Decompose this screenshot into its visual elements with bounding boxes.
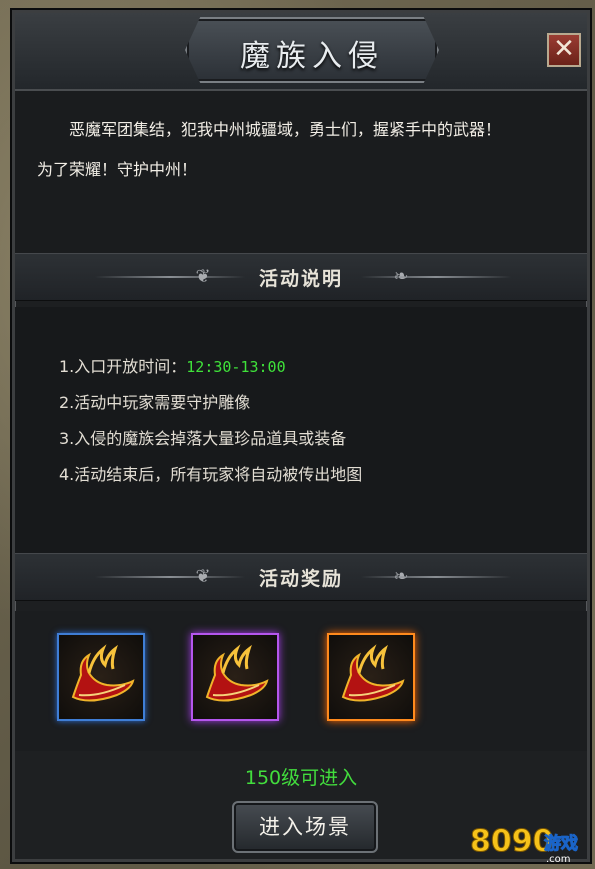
reward-slot-blue[interactable] — [57, 633, 145, 721]
watermark-suffix: 游戏 — [544, 833, 578, 854]
title-plate: 魔族入侵 — [185, 17, 439, 83]
rule-item: 4.活动结束后，所有玩家将自动被传出地图 — [59, 461, 362, 485]
intro-line-1: 恶魔军团集结，犯我中州城疆域，勇士们，握紧手中的武器！ — [69, 120, 502, 139]
intro-line-2: 为了荣耀！守护中州！ — [37, 160, 198, 179]
rule-text: 1.入口开放时间： — [59, 357, 187, 376]
close-button[interactable]: ✕ — [547, 33, 581, 67]
enter-scene-button[interactable]: 进入场景 — [232, 801, 378, 853]
header-divider-right — [361, 276, 511, 278]
level-requirement: 150级可进入 — [244, 767, 358, 789]
open-time: 12:30-13:00 — [186, 358, 286, 376]
dialog-header: 魔族入侵 ✕ — [15, 13, 587, 91]
rule-item: 2.活动中玩家需要守护雕像 — [59, 389, 250, 413]
rule-item: 1.入口开放时间：12:30-13:00 — [59, 353, 286, 377]
close-icon: ✕ — [553, 34, 575, 64]
winged-boots-icon — [71, 644, 135, 702]
info-section-header: ❦ 活动说明 ❧ — [15, 253, 587, 301]
event-dialog: 魔族入侵 ✕ 恶魔军团集结，犯我中州城疆域，勇士们，握紧手中的武器！ 为了荣耀！… — [12, 10, 590, 862]
winged-boots-icon — [341, 644, 405, 702]
rules-list: 1.入口开放时间：12:30-13:00 2.活动中玩家需要守护雕像 3.入侵的… — [15, 307, 587, 565]
rule-text: 4.活动结束后，所有玩家将自动被传出地图 — [59, 465, 363, 484]
reward-slot-orange[interactable] — [327, 633, 415, 721]
rule-text: 2.活动中玩家需要守护雕像 — [59, 393, 251, 412]
reward-slot-purple[interactable] — [191, 633, 279, 721]
watermark-domain: .com — [546, 854, 571, 865]
rule-text: 3.入侵的魔族会掉落大量珍品道具或装备 — [59, 429, 347, 448]
dialog-title: 魔族入侵 — [240, 39, 384, 74]
winged-boots-icon — [205, 644, 269, 702]
rule-item: 3.入侵的魔族会掉落大量珍品道具或装备 — [59, 425, 346, 449]
rewards-section-header: ❦ 活动奖励 ❧ — [15, 553, 587, 601]
intro-text-area: 恶魔军团集结，犯我中州城疆域，勇士们，握紧手中的武器！ 为了荣耀！守护中州！ — [15, 91, 587, 261]
header-divider-right — [361, 576, 511, 578]
watermark-brand: 8090 — [470, 824, 554, 859]
rewards-row — [15, 611, 587, 751]
site-watermark-logo: 8090 游戏 .com — [470, 824, 579, 866]
